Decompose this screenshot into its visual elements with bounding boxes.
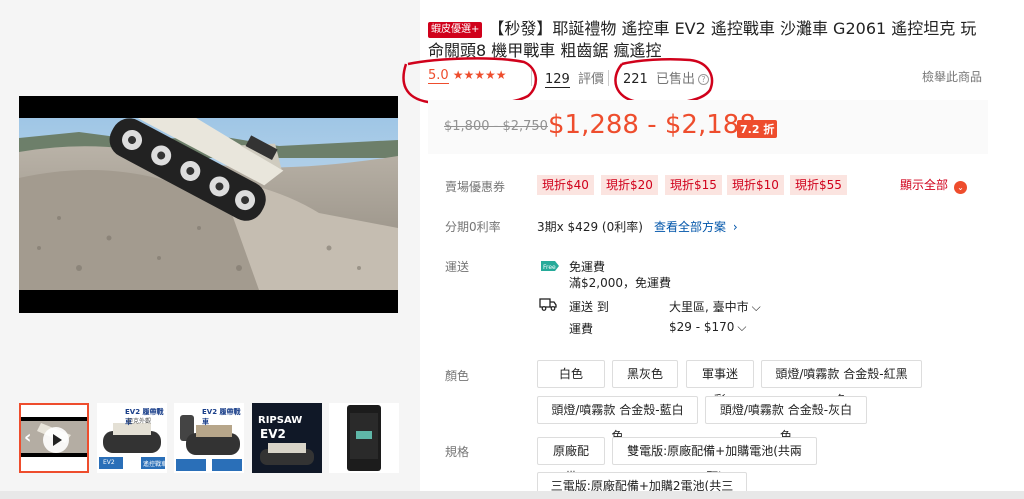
current-price: $1,288 - $2,188 <box>548 110 756 140</box>
color-option-black-grey[interactable]: 黑灰色 <box>612 360 678 388</box>
thumbnail-4-model: EV2 <box>260 427 286 441</box>
product-title-text: 【秒發】耶誕禮物 遙控車 EV2 遙控戰車 沙灘車 G2061 遙控坦克 玩命關… <box>428 19 977 60</box>
play-icon[interactable] <box>43 427 69 453</box>
help-icon[interactable]: ? <box>697 74 709 85</box>
chevron-down-icon: ⌄ <box>954 181 968 194</box>
free-shipping-condition: 滿$2,000，免運費 <box>569 276 671 290</box>
installment-plans-label: 查看全部方案 <box>654 220 727 234</box>
bottom-scrollbar[interactable] <box>0 491 1024 499</box>
star-icons: ★★★★★ <box>452 68 507 82</box>
installment-plans-link[interactable]: 查看全部方案 › <box>654 218 738 235</box>
spec-option-two-battery[interactable]: 雙電版:原廠配備+加購電池(共兩顆) <box>612 437 817 484</box>
sold-label: 已售出 <box>655 72 695 87</box>
spec-label: 規格 <box>445 445 470 459</box>
voucher-item[interactable]: 現折$15 <box>665 175 722 195</box>
product-video[interactable] <box>19 96 398 313</box>
thumbnail-2-tag-b: 遙控戰車 <box>143 461 167 468</box>
color-option-blue-white[interactable]: 頭燈/噴霧款 合金殼-藍白色 <box>537 396 698 443</box>
truck-icon <box>539 298 557 311</box>
preferred-badge: 蝦皮優選+ <box>428 22 483 38</box>
review-count: 129 <box>545 72 570 88</box>
discount-badge: 7.2 折 <box>737 120 778 138</box>
video-frame <box>19 118 398 290</box>
stats-divider <box>531 70 532 86</box>
free-shipping-icon-text: Free <box>543 264 556 271</box>
thumbnail-5[interactable] <box>329 403 399 473</box>
show-all-vouchers[interactable]: 顯示全部 ⌄ <box>900 176 968 194</box>
chevron-right-icon: › <box>732 220 738 234</box>
thumbnail-strip: ‹ EV2 履帶戰車 坦克外觀 EV2 遙控戰車 EV2 履帶戰車 RIPSAW… <box>19 403 399 473</box>
voucher-item[interactable]: 現折$55 <box>790 175 847 195</box>
chevron-down-icon: ⌵ <box>737 320 747 334</box>
thumbnail-4[interactable]: RIPSAW EV2 <box>252 403 322 473</box>
sold-summary: 221 已售出? <box>623 68 709 87</box>
sold-count: 221 <box>623 72 648 87</box>
thumbnail-video[interactable]: ‹ <box>19 403 89 473</box>
color-option-red-black[interactable]: 頭燈/噴霧款 合金殼-紅黑色 <box>761 360 922 407</box>
chevron-left-icon[interactable]: ‹ <box>24 427 31 448</box>
ship-to-label: 運送 到 <box>569 300 609 314</box>
spec-option-standard[interactable]: 原廠配備 <box>537 437 605 484</box>
product-page: ‹ EV2 履帶戰車 坦克外觀 EV2 遙控戰車 EV2 履帶戰車 RIPSAW… <box>0 0 1024 499</box>
product-title: 蝦皮優選+ 【秒發】耶誕禮物 遙控車 EV2 遙控戰車 沙灘車 G2061 遙控坦… <box>428 18 988 62</box>
shipping-fee-label: 運費 <box>569 322 594 336</box>
ship-to-value: 大里區, 臺中市 <box>669 300 749 314</box>
thumbnail-4-brand: RIPSAW <box>258 415 303 426</box>
voucher-item[interactable]: 現折$10 <box>727 175 784 195</box>
thumbnail-3-title: EV2 履帶戰車 <box>202 408 241 426</box>
thumbnail-2-sub: 坦克外觀 <box>127 418 152 425</box>
installment-label: 分期0利率 <box>445 220 501 234</box>
original-price: $1,800 - $2,750 <box>444 119 548 134</box>
show-all-label: 顯示全部 <box>900 178 949 192</box>
free-shipping-title: 免運費 <box>569 260 606 274</box>
report-product-link[interactable]: 檢舉此商品 <box>922 68 982 85</box>
price-box: $1,800 - $2,750 $1,288 - $2,188 7.2 折 <box>428 100 988 154</box>
voucher-item[interactable]: 現折$20 <box>601 175 658 195</box>
review-label: 評價 <box>577 72 604 87</box>
shipping-fee-selector[interactable]: $29 - $170 ⌵ <box>669 320 747 335</box>
thumbnail-2[interactable]: EV2 履帶戰車 坦克外觀 EV2 遙控戰車 <box>97 403 167 473</box>
media-viewer[interactable] <box>19 18 398 394</box>
installment-value: 3期x $429 (0利率) <box>537 220 643 234</box>
voucher-label: 賣場優惠券 <box>445 180 506 194</box>
stats-divider <box>608 70 609 86</box>
voucher-item[interactable]: 現折$40 <box>537 175 594 195</box>
color-label: 顏色 <box>445 369 470 383</box>
review-summary[interactable]: 129 評價 <box>545 68 604 88</box>
chevron-down-icon: ⌵ <box>751 300 761 314</box>
color-option-camo[interactable]: 軍事迷彩 <box>686 360 754 407</box>
color-option-white[interactable]: 白色 <box>537 360 605 388</box>
thumbnail-3[interactable]: EV2 履帶戰車 <box>174 403 244 473</box>
shipping-label: 運送 <box>445 260 470 274</box>
free-shipping-icon: Free <box>541 261 559 271</box>
thumbnail-2-tag-a: EV2 <box>103 459 115 466</box>
color-option-grey-white[interactable]: 頭燈/噴霧款 合金殼-灰白色 <box>705 396 867 443</box>
rating-value: 5.0 <box>428 68 449 84</box>
ship-to-selector[interactable]: 大里區, 臺中市 ⌵ <box>669 298 761 315</box>
shipping-fee-value: $29 - $170 <box>669 320 735 334</box>
product-stats: 5.0 ★★★★★ 129 評價 221 已售出? 檢舉此商品 <box>428 68 988 88</box>
rating-summary[interactable]: 5.0 ★★★★★ <box>428 68 507 84</box>
thumbnail-5-image <box>329 403 399 473</box>
